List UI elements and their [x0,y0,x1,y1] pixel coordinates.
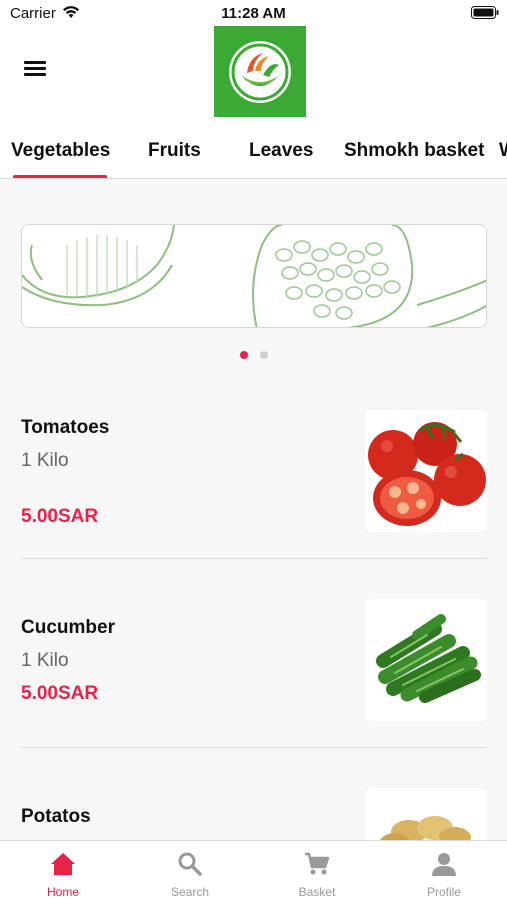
cucumber-image [365,599,487,721]
promo-banner[interactable] [21,224,487,328]
divider [21,558,487,559]
search-icon [178,852,202,876]
tab-leaves[interactable]: Leaves [249,140,313,162]
product-item-potatos[interactable]: Potatos [0,788,507,840]
product-name: Tomatoes [21,417,110,438]
nav-profile[interactable]: Profile [381,841,507,900]
product-quantity: 1 Kilo [21,450,69,471]
bottom-navigation: Home Search Basket Profile [0,840,507,900]
nav-home[interactable]: Home [0,841,126,900]
nav-label: Search [170,885,210,899]
product-name: Cucumber [21,617,115,638]
tab-shmokh-basket[interactable]: Shmokh basket [344,140,484,162]
status-bar: Carrier 11:28 AM [0,0,507,26]
product-quantity: 1 Kilo [21,650,69,671]
hamburger-menu-icon [24,61,46,64]
cart-icon [305,852,330,875]
carousel-indicator [0,351,507,361]
tomatoes-image [365,410,487,532]
menu-button[interactable] [22,58,48,82]
banner-illustration [22,225,486,327]
tab-fruits[interactable]: Fruits [148,140,201,162]
tab-more[interactable]: W [499,140,507,162]
active-tab-indicator [13,175,107,178]
brand-logo [214,26,306,117]
product-item-cucumber[interactable]: Cucumber 1 Kilo 5.00SAR [0,599,507,749]
profile-icon [432,853,456,876]
product-name: Potatos [21,806,91,827]
product-item-tomatoes[interactable]: Tomatoes 1 Kilo 5.00SAR [0,410,507,560]
app-header [0,26,507,124]
logo-emblem-icon [229,40,291,103]
tab-vegetables[interactable]: Vegetables [11,140,110,162]
nav-label: Basket [298,885,336,899]
battery-icon [471,6,499,19]
product-price: 5.00SAR [21,683,99,704]
nav-search[interactable]: Search [127,841,253,900]
carousel-dot-active[interactable] [240,351,248,359]
potatoes-image [365,788,487,840]
category-tabs: Vegetables Fruits Leaves Shmokh basket W [0,124,507,179]
home-icon [51,853,75,875]
divider [21,747,487,748]
nav-label: Home [46,885,79,899]
status-time: 11:28 AM [221,5,286,22]
carousel-dot[interactable] [260,351,268,359]
product-price: 5.00SAR [21,506,99,527]
nav-basket[interactable]: Basket [254,841,380,900]
nav-label: Profile [426,885,461,899]
